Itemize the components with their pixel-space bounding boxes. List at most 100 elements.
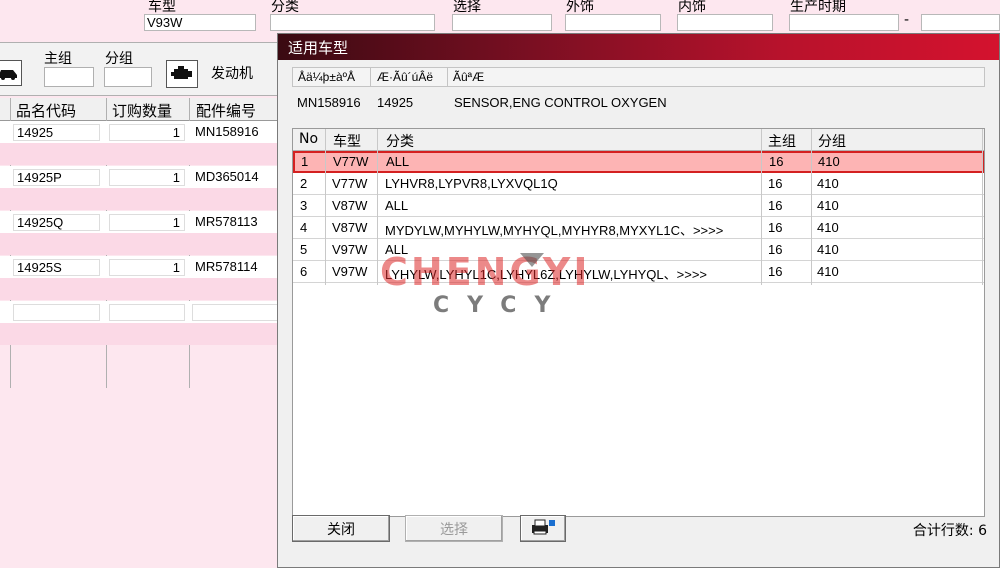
row-model: V97W bbox=[332, 242, 368, 257]
row-sub-group: 410 bbox=[818, 154, 840, 169]
exterior-input[interactable] bbox=[565, 14, 661, 31]
part-number[interactable]: MR578114 bbox=[192, 259, 278, 276]
col-header-no[interactable]: No bbox=[299, 131, 318, 147]
select-button: 选择 bbox=[405, 515, 503, 542]
part-number[interactable]: MD365014 bbox=[192, 169, 278, 186]
col-header-code[interactable]: 品名代码 bbox=[16, 100, 76, 121]
main-group-label: 主组 bbox=[44, 51, 72, 67]
close-button[interactable]: 关闭 bbox=[292, 515, 390, 542]
watermark-logo-text: CHENGYI bbox=[380, 250, 591, 294]
row-no: 3 bbox=[300, 198, 308, 213]
part-code[interactable] bbox=[13, 304, 100, 321]
row-main-group: 16 bbox=[768, 198, 783, 213]
info-part-number: MN158916 bbox=[297, 95, 361, 110]
group-bar: 主组 分组 发动机 bbox=[0, 42, 280, 96]
row-sub-group: 410 bbox=[817, 220, 839, 235]
part-info-header: Åä¼þ±àºÅ Æ·Ãû´úÂë ÃûªÆ bbox=[292, 67, 985, 87]
part-code[interactable]: 14925P bbox=[13, 169, 100, 186]
car-icon[interactable] bbox=[0, 60, 22, 86]
engine-icon[interactable] bbox=[166, 60, 198, 88]
table-row[interactable]: 14925 1 MN158916 bbox=[0, 121, 280, 165]
watermark-logo-subtext: CYCY bbox=[433, 293, 569, 318]
order-qty[interactable]: 1 bbox=[109, 259, 185, 276]
part-number[interactable] bbox=[192, 304, 278, 321]
row-no: 4 bbox=[300, 220, 308, 235]
filter-bar: 车型 V93W 分类 选择 外饰 内饰 生产时期 - bbox=[0, 0, 1000, 34]
table-row[interactable]: 3 V87W ALL 16 410 bbox=[293, 195, 984, 217]
row-no: 5 bbox=[300, 242, 308, 257]
part-number[interactable]: MN158916 bbox=[192, 124, 278, 141]
row-model: V77W bbox=[333, 154, 369, 169]
row-model: V77W bbox=[332, 176, 368, 191]
row-category: ALL bbox=[386, 154, 410, 169]
print-button[interactable] bbox=[520, 515, 566, 542]
grid-col-divider bbox=[811, 129, 812, 285]
row-no: 2 bbox=[300, 176, 308, 191]
models-grid: No 车型 分类 主组 分组 1 V77W ALL 16 410 2 V77W … bbox=[292, 128, 985, 517]
info-header-code: Æ·Ãû´úÂë bbox=[377, 70, 434, 84]
grid-col-divider bbox=[325, 129, 326, 285]
row-main-group: 16 bbox=[768, 242, 783, 257]
table-row[interactable]: 14925S 1 MR578114 bbox=[0, 256, 280, 300]
row-category: MYDYLW,MYHYLW,MYHYQL,MYHYR8,MYXYL1C、>>>> bbox=[385, 223, 724, 238]
total-rows-label: 合计行数: 6 bbox=[912, 523, 987, 539]
sub-group-input[interactable] bbox=[104, 67, 152, 87]
row-category: ALL bbox=[385, 198, 409, 213]
models-grid-header: No 车型 分类 主组 分组 bbox=[293, 129, 984, 151]
dialog-titlebar[interactable]: 适用车型 bbox=[278, 34, 999, 60]
applicable-models-dialog: 适用车型 Åä¼þ±àºÅ Æ·Ãû´úÂë ÃûªÆ MN158916 149… bbox=[277, 33, 1000, 568]
model-input[interactable]: V93W bbox=[144, 14, 256, 31]
part-code[interactable]: 14925Q bbox=[13, 214, 100, 231]
info-code: 14925 bbox=[377, 95, 414, 110]
parts-panel: 主组 分组 发动机 品名代码 订购数量 配件编号 14925 1 MN15891… bbox=[0, 42, 280, 568]
row-model: V97W bbox=[332, 264, 368, 279]
row-main-group: 16 bbox=[768, 220, 783, 235]
table-row[interactable]: 2 V77W LYHVR8,LYPVR8,LYXVQL1Q 16 410 bbox=[293, 173, 984, 195]
part-code[interactable]: 14925 bbox=[13, 124, 100, 141]
table-row[interactable]: 4 V87W MYDYLW,MYHYLW,MYHYQL,MYHYR8,MYXYL… bbox=[293, 217, 984, 239]
order-qty[interactable]: 1 bbox=[109, 124, 185, 141]
select-input[interactable] bbox=[452, 14, 552, 31]
row-no: 6 bbox=[300, 264, 308, 279]
category-input[interactable] bbox=[270, 14, 435, 31]
row-sub-group: 410 bbox=[817, 198, 839, 213]
info-header-name: ÃûªÆ bbox=[453, 70, 485, 84]
info-name: SENSOR,ENG CONTROL OXYGEN bbox=[454, 95, 667, 110]
row-main-group: 16 bbox=[768, 264, 783, 279]
col-header-model[interactable]: 车型 bbox=[333, 131, 361, 151]
main-group-input[interactable] bbox=[44, 67, 94, 87]
row-sub-group: 410 bbox=[817, 242, 839, 257]
printer-icon bbox=[530, 518, 556, 540]
interior-input[interactable] bbox=[677, 14, 773, 31]
order-qty[interactable]: 1 bbox=[109, 214, 185, 231]
row-no: 1 bbox=[301, 154, 309, 169]
row-main-group: 16 bbox=[769, 154, 784, 169]
col-header-category[interactable]: 分类 bbox=[386, 131, 414, 151]
production-end-input[interactable] bbox=[921, 14, 1000, 31]
engine-label: 发动机 bbox=[211, 66, 253, 82]
date-separator: - bbox=[904, 12, 910, 28]
row-sub-group: 410 bbox=[817, 176, 839, 191]
col-header-main-group[interactable]: 主组 bbox=[768, 131, 796, 151]
production-start-input[interactable] bbox=[789, 14, 899, 31]
watermark-triangle-icon bbox=[520, 253, 544, 267]
info-header-part-number: Åä¼þ±àºÅ bbox=[298, 70, 356, 84]
order-qty[interactable]: 1 bbox=[109, 169, 185, 186]
grid-col-divider bbox=[761, 129, 762, 285]
row-sub-group: 410 bbox=[817, 264, 839, 279]
parts-grid-header: 品名代码 订购数量 配件编号 bbox=[0, 98, 280, 121]
row-main-group: 16 bbox=[768, 176, 783, 191]
table-row[interactable]: 14925P 1 MD365014 bbox=[0, 166, 280, 210]
table-row[interactable] bbox=[0, 301, 280, 345]
part-number[interactable]: MR578113 bbox=[192, 214, 278, 231]
part-code[interactable]: 14925S bbox=[13, 259, 100, 276]
order-qty[interactable] bbox=[109, 304, 185, 321]
grid-col-divider bbox=[377, 129, 378, 285]
grid-col-divider bbox=[982, 129, 983, 285]
col-header-sub-group[interactable]: 分组 bbox=[818, 131, 846, 151]
col-header-part[interactable]: 配件编号 bbox=[196, 100, 256, 121]
table-row[interactable]: 1 V77W ALL 16 410 bbox=[293, 151, 984, 173]
table-row[interactable]: 14925Q 1 MR578113 bbox=[0, 211, 280, 255]
col-header-qty[interactable]: 订购数量 bbox=[112, 100, 172, 121]
row-model: V87W bbox=[332, 220, 368, 235]
